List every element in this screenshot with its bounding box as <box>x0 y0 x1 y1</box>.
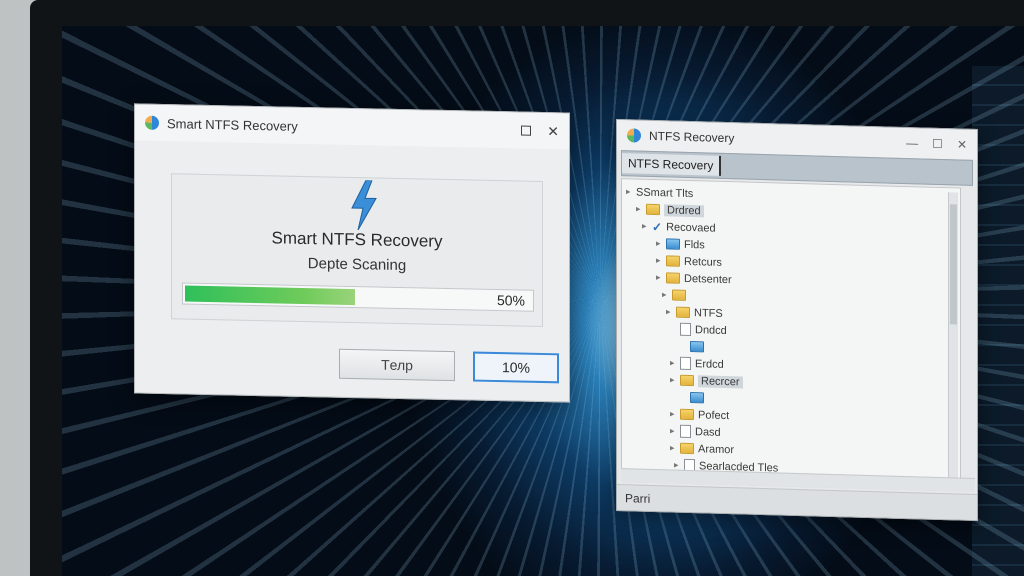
expand-caret-icon[interactable]: ▸ <box>670 374 680 385</box>
expand-caret-icon[interactable]: ▸ <box>642 221 652 232</box>
folder-icon <box>690 392 704 404</box>
folder-icon <box>666 238 680 250</box>
tree-node[interactable]: Dndcd <box>670 320 727 339</box>
folder-icon <box>680 374 694 387</box>
expand-caret-icon[interactable]: ▸ <box>670 357 680 368</box>
dialog-titlebar[interactable]: Smart NTFS Recovery ✕ <box>135 104 569 150</box>
tree-node[interactable]: ▸ SSmart Tlts <box>626 183 693 202</box>
tree-node-label: Recovaed <box>666 220 716 235</box>
recovery-dialog-window: Smart NTFS Recovery ✕ Smart NTFS Recover… <box>134 103 570 403</box>
tree-node[interactable]: ▸ Flds <box>656 235 705 253</box>
scan-progress-bar: 50% <box>182 282 534 312</box>
lightning-bolt-icon <box>351 179 377 231</box>
file-icon <box>680 322 691 337</box>
folder-icon <box>672 289 686 301</box>
tree-node-label: Dndcd <box>695 323 727 337</box>
app-logo-icon <box>145 115 159 130</box>
folder-icon <box>680 442 694 455</box>
tree-node[interactable]: ▸ Retcurs <box>656 252 722 271</box>
folder-icon <box>676 306 690 319</box>
expand-caret-icon[interactable]: ▸ <box>636 204 646 215</box>
scan-status-text: Depte Scaning <box>307 255 407 275</box>
file-icon <box>680 424 691 439</box>
tree-node[interactable] <box>680 338 708 356</box>
folder-icon <box>690 341 704 353</box>
dialog-app-name: Smart NTFS Recovery <box>271 228 443 251</box>
expand-caret-icon[interactable]: ▸ <box>656 238 666 249</box>
tree-node-label: Dasd <box>695 425 721 439</box>
expand-caret-icon[interactable]: ▸ <box>670 442 680 453</box>
file-icon <box>680 356 691 371</box>
expand-caret-icon[interactable]: ▸ <box>662 289 672 300</box>
tree-node[interactable]: ▸ Pofect <box>670 405 729 424</box>
tree-node[interactable]: ▸ Drdred <box>636 201 704 220</box>
expand-caret-icon[interactable]: ▸ <box>670 408 680 419</box>
status-bar-text: Parri <box>625 491 651 506</box>
explorer-window: NTFS Recovery — ☐ ✕ NTFS Recovery ▸ SSmar… <box>616 118 978 522</box>
tree-node[interactable]: ▸ ✓ Recovaed <box>642 218 716 237</box>
expand-caret-icon[interactable]: ▸ <box>656 255 666 266</box>
explorer-title: NTFS Recovery <box>649 128 735 146</box>
checkmark-icon: ✓ <box>652 219 663 234</box>
tree-node[interactable]: ▸ Detsenter <box>656 269 732 288</box>
tree-node[interactable]: ▸ Aramor <box>670 439 734 458</box>
folder-tree: ▸ SSmart Tlts ▸ Drdred ▸ ✓ Recovaed ▸ Flds ▸ Retcu… <box>621 178 961 492</box>
tree-vertical-scrollbar[interactable] <box>948 192 958 481</box>
tree-node-label: Flds <box>684 238 705 251</box>
address-bar-label: NTFS Recovery <box>622 153 722 176</box>
dialog-title: Smart NTFS Recovery <box>167 115 298 134</box>
scan-panel: Smart NTFS Recovery Depte Scaning 50% <box>171 173 543 328</box>
close-button[interactable]: ✕ <box>547 123 559 139</box>
progress-percent-label: 50% <box>496 292 525 309</box>
progress-fill <box>185 285 355 306</box>
maximize-icon <box>521 125 532 136</box>
scrollbar-thumb[interactable] <box>950 204 957 325</box>
tree-node-label: Recrcer <box>698 374 743 388</box>
tree-node-label: Pofect <box>698 408 730 422</box>
folder-icon <box>646 203 660 216</box>
tree-node-label: NTFS <box>694 306 723 320</box>
server-rack-background <box>972 66 1024 576</box>
expand-caret-icon[interactable]: ▸ <box>670 425 680 436</box>
expand-caret-icon[interactable]: ▸ <box>626 186 636 197</box>
tree-node-label: Aramor <box>698 442 735 456</box>
tree-node-label: SSmart Tlts <box>636 186 694 200</box>
folder-icon <box>666 272 680 284</box>
tree-node-label: Detsenter <box>684 272 732 286</box>
tree-node[interactable] <box>680 389 708 407</box>
tree-node[interactable]: ▸ Recrcer <box>670 371 743 390</box>
expand-caret-icon[interactable]: ▸ <box>666 306 676 317</box>
confirm-button[interactable]: 10% <box>473 351 559 384</box>
tree-node-label: Erdcd <box>695 357 724 371</box>
tree-node[interactable]: ▸ Dasd <box>670 422 721 440</box>
tree-node[interactable]: ▸ Erdcd <box>670 354 724 373</box>
tree-node-label: Retcurs <box>684 255 722 269</box>
explorer-app-icon <box>627 128 641 143</box>
explorer-maximize-button[interactable]: ☐ <box>932 137 943 151</box>
help-button[interactable]: Tелp <box>339 348 455 382</box>
expand-caret-icon[interactable]: ▸ <box>656 272 666 283</box>
tree-node-label: Drdred <box>664 203 704 217</box>
folder-icon <box>680 408 694 421</box>
tree-node[interactable]: ▸ NTFS <box>666 303 723 322</box>
folder-icon <box>666 255 680 267</box>
explorer-close-button[interactable]: ✕ <box>957 137 967 151</box>
explorer-minimize-button[interactable]: — <box>906 136 918 150</box>
maximize-button[interactable] <box>521 124 532 138</box>
tree-node[interactable]: ▸ <box>662 286 690 304</box>
